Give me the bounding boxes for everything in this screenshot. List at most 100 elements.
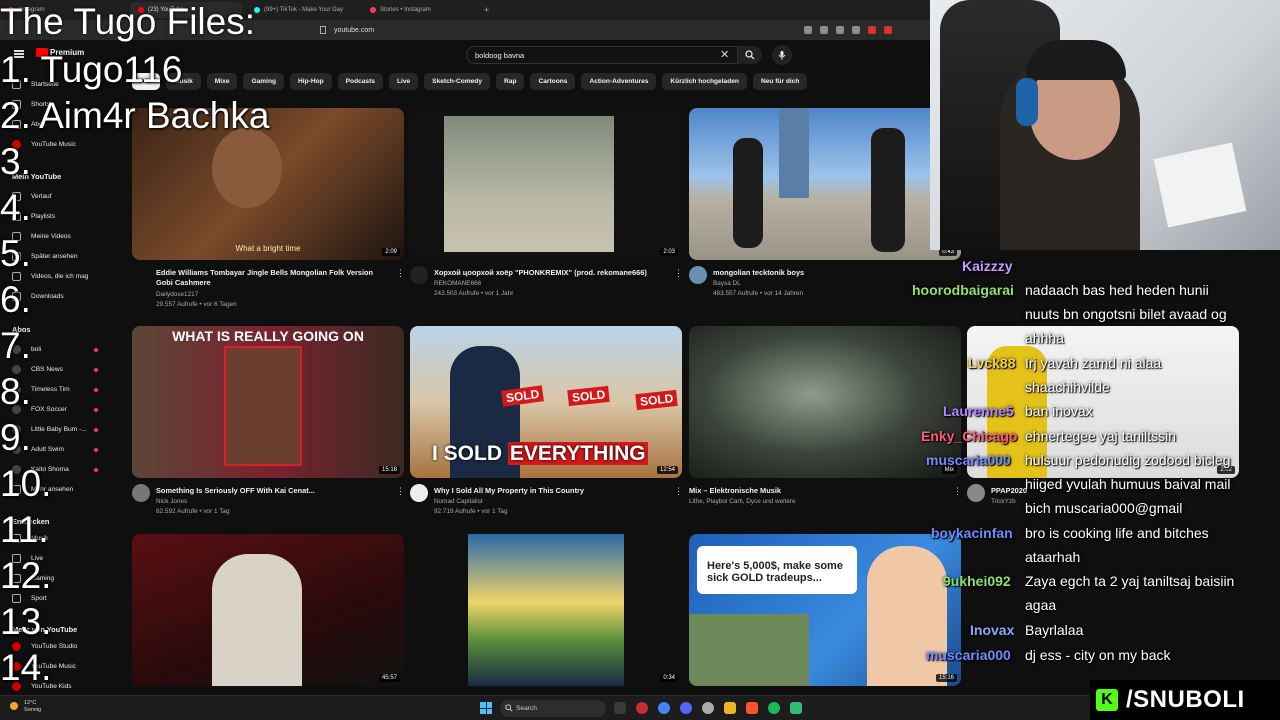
- thumbnail-money: [689, 614, 809, 686]
- app-icon[interactable]: [790, 702, 802, 714]
- chip-action-adventures[interactable]: Action-Adventures: [581, 73, 657, 90]
- overlay-list-item: 3.: [0, 141, 31, 182]
- chat-message: Bayrlalaa: [1025, 622, 1084, 638]
- chip-cartoons[interactable]: Cartoons: [530, 73, 576, 90]
- video-title[interactable]: Why I Sold All My Property in This Count…: [434, 486, 662, 496]
- channel-avatar[interactable]: [132, 484, 150, 502]
- video-title[interactable]: mongolian tecktonik boys: [713, 268, 941, 278]
- brave-rewards-icon[interactable]: [884, 26, 892, 34]
- channel-name[interactable]: Baysa DL: [713, 279, 941, 288]
- voice-search-button[interactable]: [772, 45, 792, 65]
- channel-avatar[interactable]: [689, 266, 707, 284]
- sold-sign: SOLD: [635, 389, 679, 411]
- clear-search-icon[interactable]: ✕: [720, 48, 729, 61]
- opera-icon[interactable]: [636, 702, 648, 714]
- windows-start-icon[interactable]: [480, 702, 492, 714]
- chip-recently-uploaded[interactable]: Kürzlich hochgeladen: [662, 73, 747, 90]
- more-options-icon[interactable]: ⋮: [396, 268, 405, 279]
- video-title[interactable]: Хорхой цоорхой хоёр "PHONKREMIX" (prod. …: [434, 268, 662, 278]
- app-icon[interactable]: [702, 702, 714, 714]
- thumbnail-art: [468, 534, 624, 686]
- video-thumbnail[interactable]: Here's 5,000$, make some sick GOLD trade…: [689, 534, 961, 686]
- chat-message: agaa: [1025, 597, 1057, 613]
- streamer-tag: K /SNUBOLI: [1090, 680, 1280, 720]
- chip-mixes[interactable]: Mixe: [206, 73, 238, 90]
- overlay-list-item: 7.: [0, 325, 31, 366]
- spotify-icon[interactable]: [768, 702, 780, 714]
- video-thumbnail[interactable]: WHAT IS REALLY GOING ON 15:18: [132, 326, 404, 478]
- chip-new-for-you[interactable]: Neu für dich: [752, 73, 808, 90]
- thumbnail-art: [444, 116, 614, 252]
- search-input[interactable]: boldoog bavna: [466, 46, 738, 64]
- channel-avatar[interactable]: [967, 484, 985, 502]
- video-thumbnail[interactable]: 0:43: [689, 108, 961, 260]
- chip-live[interactable]: Live: [388, 73, 419, 90]
- channel-name[interactable]: Lithe, Playboi Carti, Dyce und weitere: [689, 497, 917, 506]
- more-options-icon[interactable]: ⋮: [674, 268, 683, 279]
- chat-username: hoorodbaigarai: [912, 282, 1014, 298]
- channel-name[interactable]: Dailydose1217: [156, 290, 384, 299]
- chat-message: ataarhah: [1025, 549, 1081, 565]
- chip-hiphop[interactable]: Hip-Hop: [290, 73, 332, 90]
- channel-avatar[interactable]: [410, 484, 428, 502]
- live-indicator-icon: [94, 468, 98, 472]
- weather-widget[interactable]: 12°C Sonnig: [10, 700, 41, 714]
- video-thumbnail[interactable]: 45:57: [132, 534, 404, 686]
- live-indicator-icon: [94, 448, 98, 452]
- overlay-list-item: 12.: [0, 555, 52, 596]
- video-duration: 2:03: [660, 248, 678, 256]
- sold-sign: SOLD: [567, 385, 611, 407]
- channel-name[interactable]: Nick Jones: [156, 497, 384, 506]
- tab-instagram-stories[interactable]: Stories • Instagram: [362, 2, 474, 18]
- brave-shield-icon[interactable]: [868, 26, 876, 34]
- task-view-icon[interactable]: [614, 702, 626, 714]
- channel-avatar[interactable]: [410, 266, 428, 284]
- video-title[interactable]: Eddie Williams Tombayar Jingle Bells Mon…: [156, 268, 384, 288]
- extension-icon[interactable]: [836, 26, 844, 34]
- video-thumbnail[interactable]: 2:03: [410, 108, 682, 260]
- video-thumbnail[interactable]: Mix: [689, 326, 961, 478]
- extension-icon[interactable]: [804, 26, 812, 34]
- thumbnail-caption: Here's 5,000$, make some sick GOLD trade…: [697, 546, 857, 594]
- windows-taskbar: 12°C Sonnig Search: [0, 695, 1280, 720]
- chip-sketch-comedy[interactable]: Sketch-Comedy: [424, 73, 491, 90]
- new-tab-button[interactable]: +: [478, 5, 495, 15]
- extension-icon[interactable]: [820, 26, 828, 34]
- url-field[interactable]: youtube.com: [334, 27, 764, 34]
- channel-name[interactable]: REKOMANE666: [434, 279, 662, 288]
- chrome-icon[interactable]: [658, 702, 670, 714]
- tab-tiktok[interactable]: (99+) TikTok - Make Your Day: [246, 2, 358, 18]
- thumbnail-figure: [871, 128, 905, 252]
- video-duration: 15:18: [378, 466, 400, 474]
- more-options-icon[interactable]: ⋮: [396, 486, 405, 497]
- live-indicator-icon: [94, 388, 98, 392]
- channel-name[interactable]: Nomad Capitalist: [434, 497, 662, 506]
- file-explorer-icon[interactable]: [724, 702, 736, 714]
- overlay-title: The Tugo Files:: [0, 1, 256, 42]
- chip-gaming[interactable]: Gaming: [243, 73, 284, 90]
- video-thumbnail[interactable]: SOLD SOLD SOLD I SOLD EVERYTHING 12:54: [410, 326, 682, 478]
- overlay-list-item: 14.: [0, 647, 52, 688]
- taskbar-search[interactable]: Search: [500, 700, 606, 717]
- overlay-list-item: 5.: [0, 233, 31, 274]
- bookmark-icon[interactable]: [320, 26, 326, 34]
- more-options-icon[interactable]: ⋮: [953, 486, 962, 497]
- chat-username: muscaria000: [926, 452, 1011, 468]
- extension-icon[interactable]: [852, 26, 860, 34]
- brave-icon[interactable]: [746, 702, 758, 714]
- overlay-list-item: 11.: [0, 509, 49, 550]
- chip-rap[interactable]: Rap: [496, 73, 525, 90]
- video-title[interactable]: Mix – Elektronische Musik: [689, 486, 917, 496]
- more-options-icon[interactable]: ⋮: [674, 486, 683, 497]
- chat-message: Zaya egch ta 2 yaj taniltsaj baisiin: [1025, 573, 1235, 589]
- overlay-list-item: 1. Tugo116: [0, 49, 183, 90]
- video-thumbnail[interactable]: 0:34: [410, 534, 682, 686]
- thumbnail-building: [779, 108, 809, 198]
- discord-icon[interactable]: [680, 702, 692, 714]
- sun-icon: [10, 702, 18, 710]
- overlay-list-item: 10.: [0, 463, 52, 504]
- chip-podcasts[interactable]: Podcasts: [337, 73, 383, 90]
- video-duration: 45:57: [378, 674, 400, 682]
- video-title[interactable]: Something Is Seriously OFF With Kai Cena…: [156, 486, 384, 496]
- search-button[interactable]: [738, 46, 762, 64]
